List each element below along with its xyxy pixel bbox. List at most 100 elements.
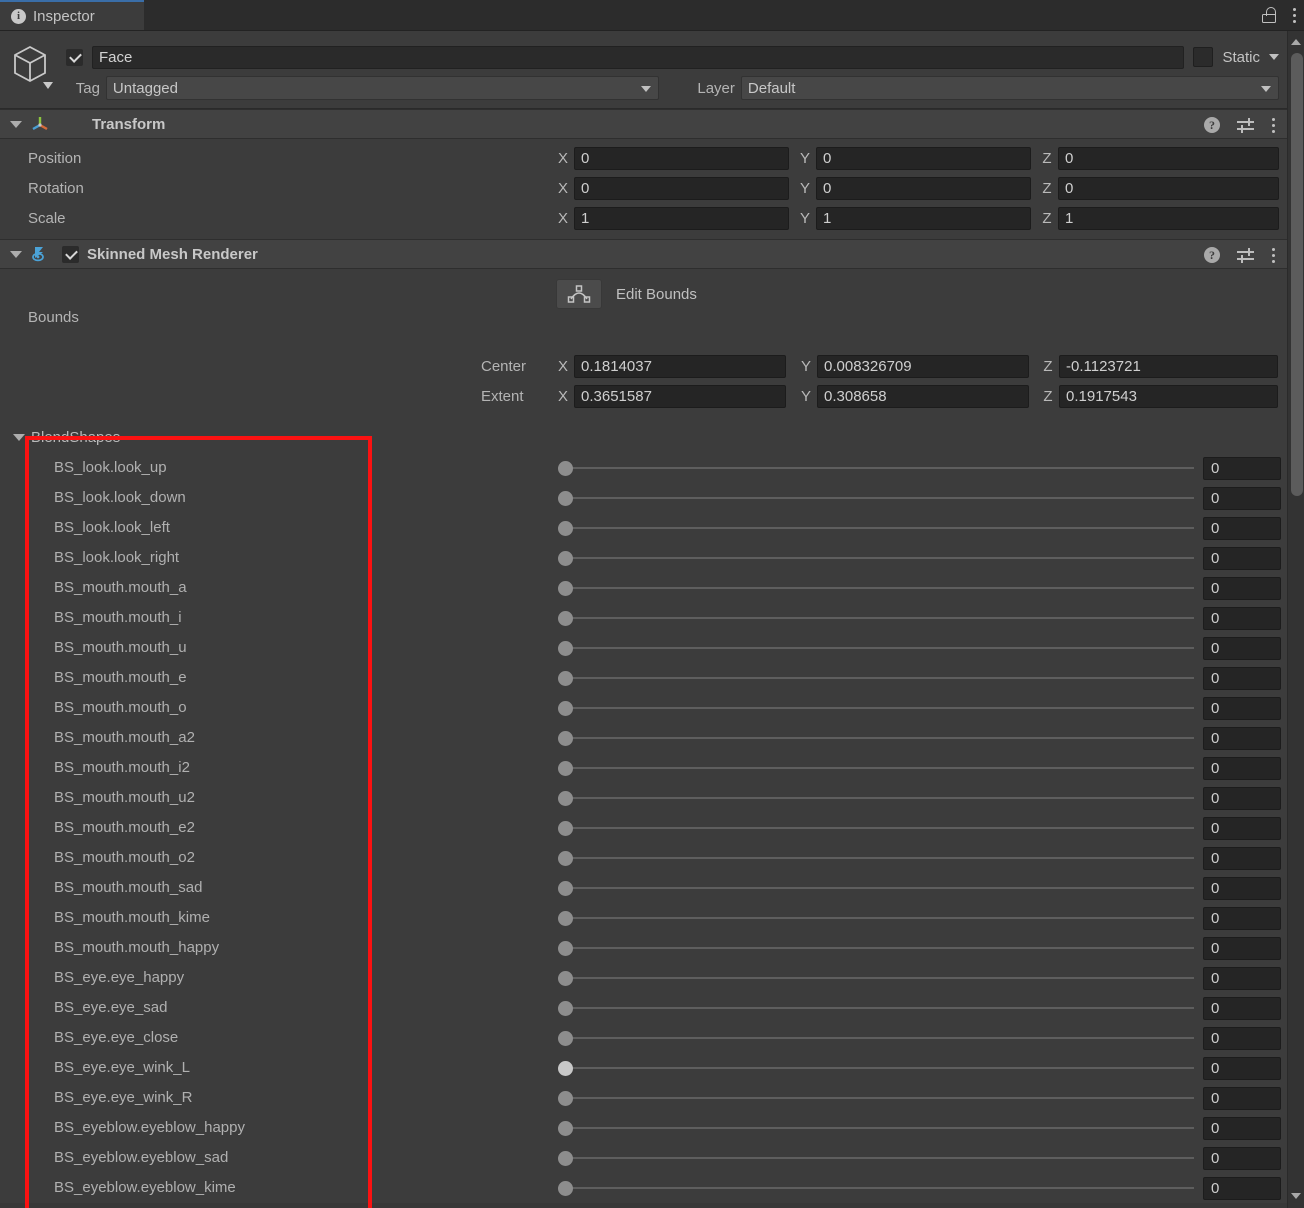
- blendshape-slider-track[interactable]: [558, 497, 1194, 499]
- blendshape-value-field[interactable]: 0: [1203, 517, 1281, 540]
- blendshape-slider-track[interactable]: [558, 797, 1194, 799]
- position-x-field[interactable]: 0: [574, 146, 789, 170]
- blendshape-slider-handle[interactable]: [558, 911, 573, 926]
- blendshape-slider-handle[interactable]: [558, 731, 573, 746]
- blendshape-value-field[interactable]: 0: [1203, 607, 1281, 630]
- blendshape-slider-handle[interactable]: [558, 851, 573, 866]
- blendshape-slider-track[interactable]: [558, 647, 1194, 649]
- blendshape-slider-handle[interactable]: [558, 671, 573, 686]
- blendshape-slider-handle[interactable]: [558, 581, 573, 596]
- blendshape-slider-handle[interactable]: [558, 491, 573, 506]
- preset-sliders-icon[interactable]: [1237, 118, 1254, 133]
- blendshape-slider-track[interactable]: [558, 947, 1194, 949]
- blendshape-value-field[interactable]: 0: [1203, 937, 1281, 960]
- blendshape-slider-track[interactable]: [558, 707, 1194, 709]
- blendshapes-foldout[interactable]: BlendShapes: [0, 423, 1287, 453]
- vertical-scrollbar[interactable]: [1287, 31, 1304, 1208]
- kebab-menu-icon[interactable]: [1271, 247, 1275, 263]
- blendshape-slider-track[interactable]: [558, 1157, 1194, 1159]
- blendshape-slider-handle[interactable]: [558, 551, 573, 566]
- tag-dropdown[interactable]: Untagged: [105, 76, 659, 100]
- blendshape-slider-track[interactable]: [558, 857, 1194, 859]
- blendshape-value-field[interactable]: 0: [1203, 697, 1281, 720]
- blendshape-value-field[interactable]: 0: [1203, 1177, 1281, 1200]
- scale-z-field[interactable]: 1: [1058, 206, 1279, 230]
- blendshape-slider-handle[interactable]: [558, 1121, 573, 1136]
- tab-inspector[interactable]: i Inspector: [0, 0, 144, 30]
- blendshape-value-field[interactable]: 0: [1203, 997, 1281, 1020]
- blendshape-slider-handle[interactable]: [558, 1091, 573, 1106]
- blendshape-value-field[interactable]: 0: [1203, 667, 1281, 690]
- chevron-up-icon[interactable]: [1291, 39, 1301, 45]
- blendshape-slider-handle[interactable]: [558, 701, 573, 716]
- blendshape-slider-track[interactable]: [558, 467, 1194, 469]
- bounds-center-x-field[interactable]: 0.1814037: [574, 354, 786, 378]
- foldout-arrow-icon[interactable]: [10, 250, 22, 258]
- position-z-field[interactable]: 0: [1058, 146, 1279, 170]
- blendshape-slider-track[interactable]: [558, 617, 1194, 619]
- blendshape-slider-track[interactable]: [558, 587, 1194, 589]
- blendshape-slider-handle[interactable]: [558, 1031, 573, 1046]
- skinned-mesh-renderer-header[interactable]: Skinned Mesh Renderer ?: [0, 239, 1287, 269]
- blendshape-value-field[interactable]: 0: [1203, 907, 1281, 930]
- rotation-z-field[interactable]: 0: [1058, 176, 1279, 200]
- blendshape-slider-track[interactable]: [558, 677, 1194, 679]
- cube-icon[interactable]: [12, 43, 56, 91]
- blendshape-value-field[interactable]: 0: [1203, 457, 1281, 480]
- blendshape-value-field[interactable]: 0: [1203, 757, 1281, 780]
- blendshape-slider-track[interactable]: [558, 1097, 1194, 1099]
- help-icon[interactable]: ?: [1204, 117, 1220, 133]
- foldout-arrow-icon[interactable]: [10, 120, 22, 128]
- scale-x-field[interactable]: 1: [574, 206, 789, 230]
- rotation-y-field[interactable]: 0: [816, 176, 1031, 200]
- position-y-field[interactable]: 0: [816, 146, 1031, 170]
- kebab-menu-icon[interactable]: [1271, 117, 1275, 133]
- blendshape-value-field[interactable]: 0: [1203, 817, 1281, 840]
- blendshape-value-field[interactable]: 0: [1203, 1027, 1281, 1050]
- blendshape-slider-handle[interactable]: [558, 461, 573, 476]
- blendshape-value-field[interactable]: 0: [1203, 877, 1281, 900]
- blendshape-slider-handle[interactable]: [558, 941, 573, 956]
- bounds-extent-y-field[interactable]: 0.308658: [817, 384, 1029, 408]
- blendshape-value-field[interactable]: 0: [1203, 787, 1281, 810]
- blendshape-value-field[interactable]: 0: [1203, 1147, 1281, 1170]
- blendshape-slider-handle[interactable]: [558, 791, 573, 806]
- renderer-enabled-checkbox[interactable]: [62, 245, 79, 263]
- blendshape-value-field[interactable]: 0: [1203, 637, 1281, 660]
- scrollbar-thumb[interactable]: [1291, 53, 1303, 496]
- blendshape-slider-track[interactable]: [558, 557, 1194, 559]
- blendshape-value-field[interactable]: 0: [1203, 847, 1281, 870]
- chevron-down-icon[interactable]: [1269, 54, 1279, 60]
- rotation-x-field[interactable]: 0: [574, 176, 789, 200]
- blendshape-slider-handle[interactable]: [558, 761, 573, 776]
- blendshape-value-field[interactable]: 0: [1203, 727, 1281, 750]
- blendshape-slider-handle[interactable]: [558, 1151, 573, 1166]
- transform-component-header[interactable]: Transform ?: [0, 109, 1287, 139]
- blendshape-value-field[interactable]: 0: [1203, 547, 1281, 570]
- blendshape-slider-track[interactable]: [558, 527, 1194, 529]
- blendshape-slider-track[interactable]: [558, 767, 1194, 769]
- kebab-menu-icon[interactable]: [1292, 7, 1296, 23]
- blendshape-slider-handle[interactable]: [558, 971, 573, 986]
- blendshape-value-field[interactable]: 0: [1203, 967, 1281, 990]
- blendshape-slider-track[interactable]: [558, 917, 1194, 919]
- scale-y-field[interactable]: 1: [816, 206, 1031, 230]
- bounds-extent-x-field[interactable]: 0.3651587: [574, 384, 786, 408]
- blendshape-slider-track[interactable]: [558, 737, 1194, 739]
- blendshape-value-field[interactable]: 0: [1203, 1087, 1281, 1110]
- blendshape-slider-track[interactable]: [558, 1067, 1194, 1069]
- blendshape-slider-handle[interactable]: [558, 881, 573, 896]
- blendshape-value-field[interactable]: 0: [1203, 1057, 1281, 1080]
- foldout-arrow-icon[interactable]: [13, 434, 25, 441]
- bounds-center-y-field[interactable]: 0.008326709: [817, 354, 1029, 378]
- lock-icon[interactable]: [1262, 7, 1276, 23]
- blendshape-slider-track[interactable]: [558, 1127, 1194, 1129]
- blendshape-slider-track[interactable]: [558, 977, 1194, 979]
- blendshape-value-field[interactable]: 0: [1203, 1117, 1281, 1140]
- blendshape-slider-track[interactable]: [558, 887, 1194, 889]
- blendshape-slider-handle[interactable]: [558, 1181, 573, 1196]
- blendshape-slider-handle[interactable]: [558, 521, 573, 536]
- bounds-center-z-field[interactable]: -0.1123721: [1059, 354, 1278, 378]
- blendshape-slider-track[interactable]: [558, 1187, 1194, 1189]
- blendshape-slider-handle[interactable]: [558, 611, 573, 626]
